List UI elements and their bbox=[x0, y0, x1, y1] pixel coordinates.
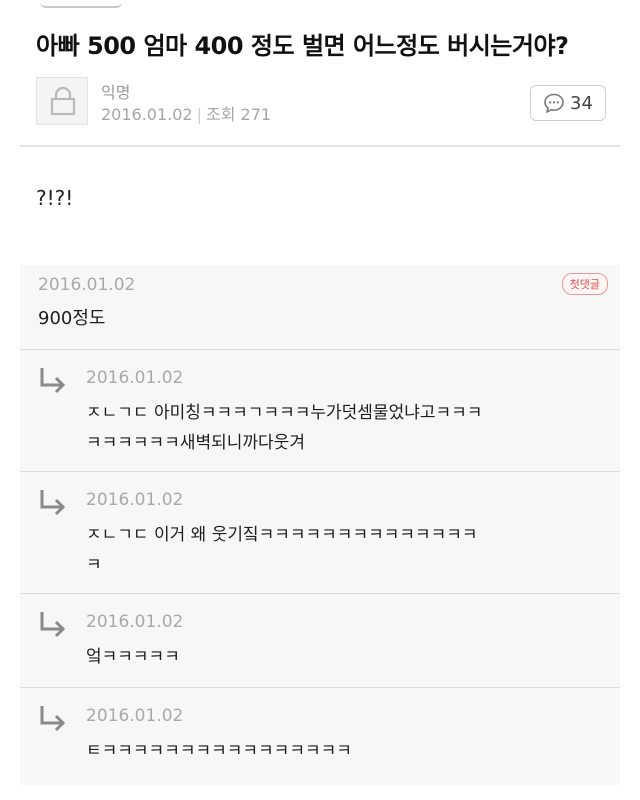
post-title: 아빠 500 엄마 400 정도 벌면 어느정도 버시는거야? bbox=[36, 32, 569, 60]
reply-arrow-icon bbox=[40, 490, 66, 516]
reply-text-line: ㅋㅋㅋㅋㅋㅋ새벽되니까다웃겨 bbox=[86, 433, 305, 453]
post-meta: 익명 2016.01.02 | 조회 271 34 bbox=[36, 77, 626, 129]
reply-item: 2016.01.02 ㅌㅋㅋㅋㅋㅋㅋㅋㅋㅋㅋㅋㅋㅋㅋㅋㅋ bbox=[20, 688, 620, 785]
reply-arrow-icon bbox=[40, 368, 66, 394]
comment-section: 2016.01.02 첫댓글 900정도 2016.01.02 ㅈㄴㄱㄷ 아미칭… bbox=[20, 265, 620, 785]
comment-text: 900정도 bbox=[38, 308, 106, 329]
lock-icon bbox=[50, 86, 76, 116]
post-views: 조회 271 bbox=[206, 105, 272, 124]
reply-date: 2016.01.02 bbox=[86, 706, 184, 726]
reply-date: 2016.01.02 bbox=[86, 612, 184, 632]
reply-arrow-icon bbox=[40, 612, 66, 638]
reply-date: 2016.01.02 bbox=[86, 368, 184, 388]
reply-text-line: ㅌㅋㅋㅋㅋㅋㅋㅋㅋㅋㅋㅋㅋㅋㅋㅋㅋ bbox=[86, 741, 352, 761]
comment-count-button[interactable]: 34 bbox=[530, 85, 606, 121]
post-date-views: 2016.01.02 | 조회 271 bbox=[101, 101, 271, 125]
author-name[interactable]: 익명 bbox=[101, 79, 130, 103]
reply-item: 2016.01.02 ㅈㄴㄱㄷ 이거 왜 웃기짘ㅋㅋㅋㅋㅋㅋㅋㅋㅋㅋㅋㅋㅋㅋ ㅋ bbox=[20, 472, 620, 593]
reply-text-line: ㅈㄴㄱㄷ 이거 왜 웃기짘ㅋㅋㅋㅋㅋㅋㅋㅋㅋㅋㅋㅋㅋㅋ bbox=[86, 525, 478, 545]
reply-text-line: 엌ㅋㅋㅋㅋㅋ bbox=[86, 647, 180, 667]
comment-count-value: 34 bbox=[570, 92, 593, 114]
reply-item: 2016.01.02 ㅈㄴㄱㄷ 아미칭ㅋㅋㅋㄱㅋㅋㅋ누가덧셈물었냐고ㅋㅋㅋ ㅋㅋ… bbox=[20, 350, 620, 471]
cut-off-shape bbox=[40, 0, 122, 8]
post-body: ?!?! bbox=[36, 186, 74, 210]
comment-date: 2016.01.02 bbox=[38, 275, 136, 295]
comment-item: 2016.01.02 첫댓글 900정도 bbox=[20, 265, 620, 350]
reply-arrow-icon bbox=[40, 706, 66, 732]
post-divider bbox=[20, 145, 620, 147]
first-comment-badge: 첫댓글 bbox=[561, 273, 608, 295]
reply-text-line: ㅋ bbox=[86, 555, 102, 575]
previous-content-fragment bbox=[0, 0, 640, 12]
meta-separator: | bbox=[196, 105, 202, 124]
reply-date: 2016.01.02 bbox=[86, 490, 184, 510]
reply-text-line: ㅈㄴㄱㄷ 아미칭ㅋㅋㅋㄱㅋㅋㅋ누가덧셈물었냐고ㅋㅋㅋ bbox=[86, 403, 483, 423]
reply-item: 2016.01.02 엌ㅋㅋㅋㅋㅋ bbox=[20, 594, 620, 688]
author-avatar[interactable] bbox=[36, 77, 88, 125]
speech-bubble-icon bbox=[544, 93, 564, 114]
post-date: 2016.01.02 bbox=[101, 105, 193, 124]
